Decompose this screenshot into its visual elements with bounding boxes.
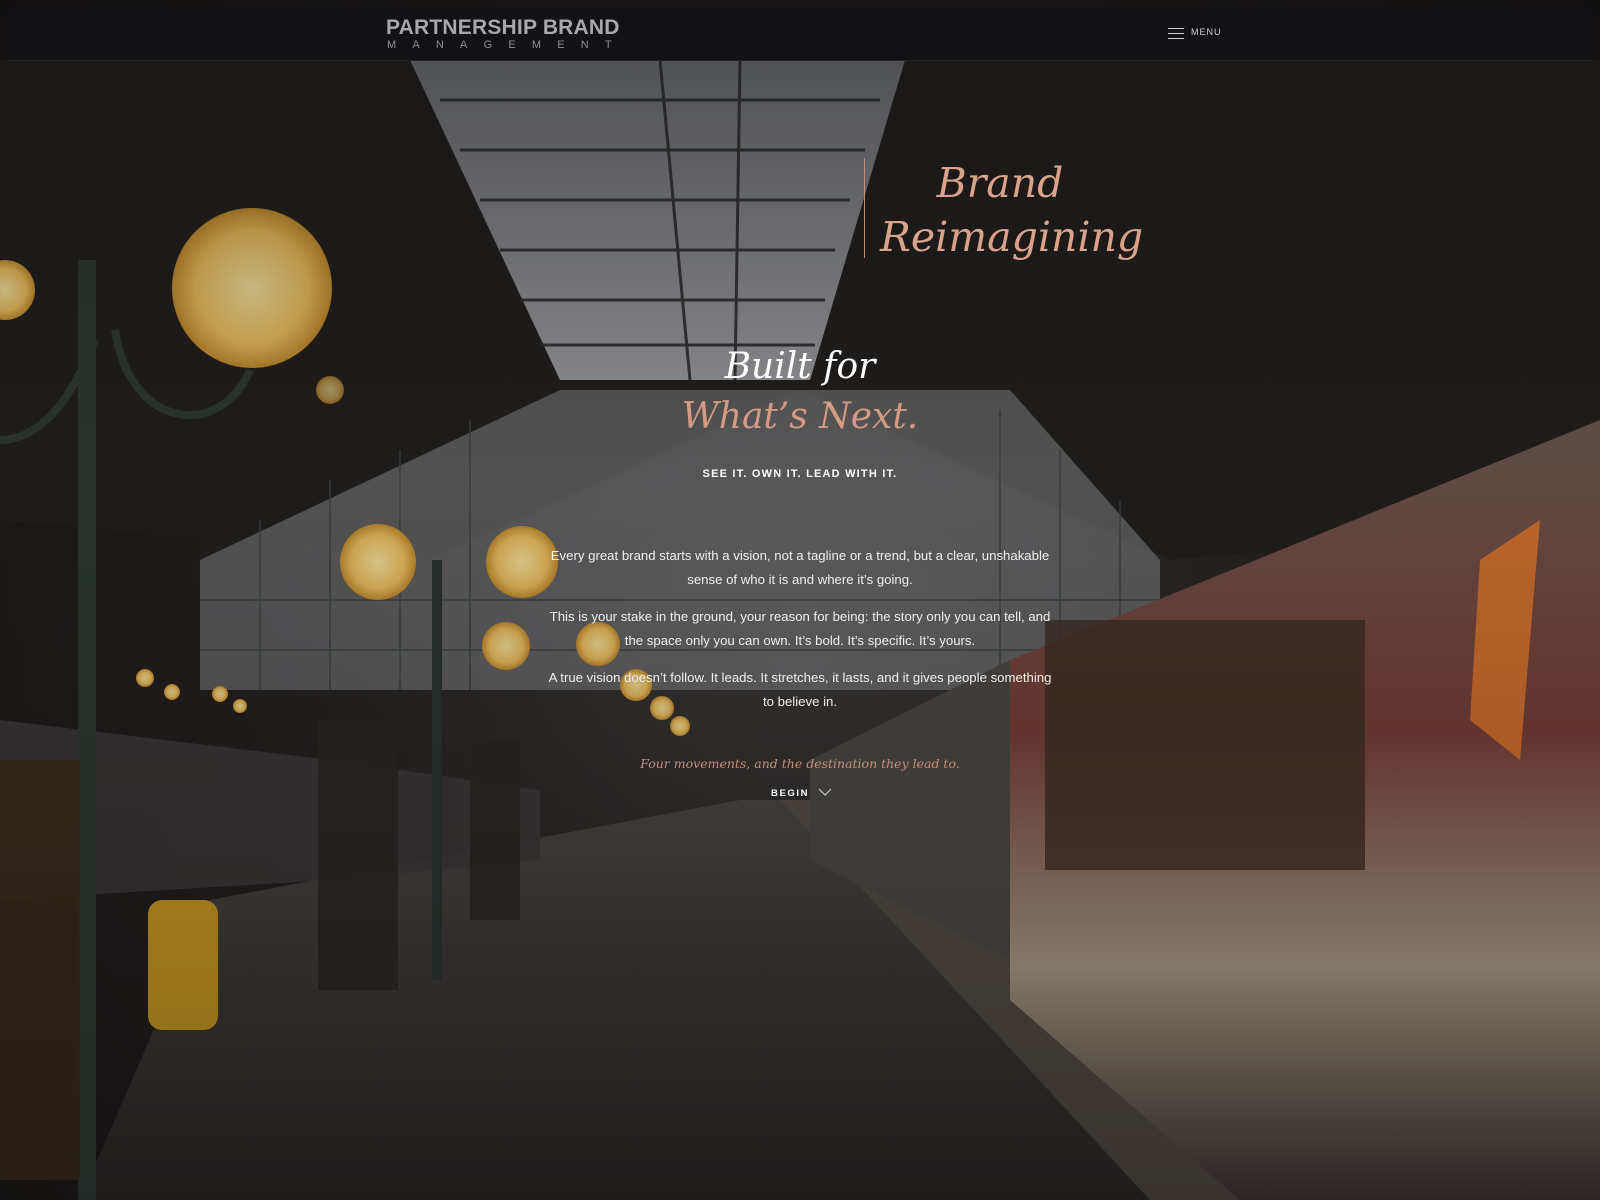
tagline-line-2: Reimagining <box>880 213 1144 261</box>
begin-button[interactable]: BEGIN <box>771 786 841 804</box>
menu-button[interactable]: MENU <box>1168 24 1238 44</box>
hero-headline: Built for What’s Next. <box>600 342 1000 442</box>
menu-label: MENU <box>1191 27 1222 37</box>
hero-body-copy: Every great brand starts with a vision, … <box>546 544 1054 727</box>
hero-tagline: Brand Reimagining <box>880 156 1144 264</box>
chevron-down-icon <box>818 788 832 796</box>
headline-line-1: Built for <box>724 346 876 387</box>
brand-logo[interactable]: PARTNERSHIP BRAND MANAGEMENT <box>386 14 620 56</box>
tagline-divider <box>864 158 865 258</box>
logo-wordmark: PARTNERSHIP BRAND <box>386 16 620 39</box>
body-paragraph: This is your stake in the ground, your r… <box>549 609 1051 648</box>
begin-label: BEGIN <box>771 788 810 799</box>
body-paragraph: Every great brand starts with a vision, … <box>550 548 1050 587</box>
logo-subtitle: MANAGEMENT <box>387 39 628 51</box>
site-header: PARTNERSHIP BRAND MANAGEMENT MENU <box>8 8 1592 61</box>
hero-closing-line: Four movements, and the destination they… <box>640 756 960 771</box>
headline-line-2: What’s Next. <box>681 396 919 437</box>
hero-kicker: SEE IT. OWN IT. LEAD WITH IT. <box>702 468 898 480</box>
tagline-line-1: Brand <box>936 159 1064 207</box>
hamburger-icon <box>1168 28 1184 39</box>
body-paragraph: A true vision doesn’t follow. It leads. … <box>548 670 1052 709</box>
